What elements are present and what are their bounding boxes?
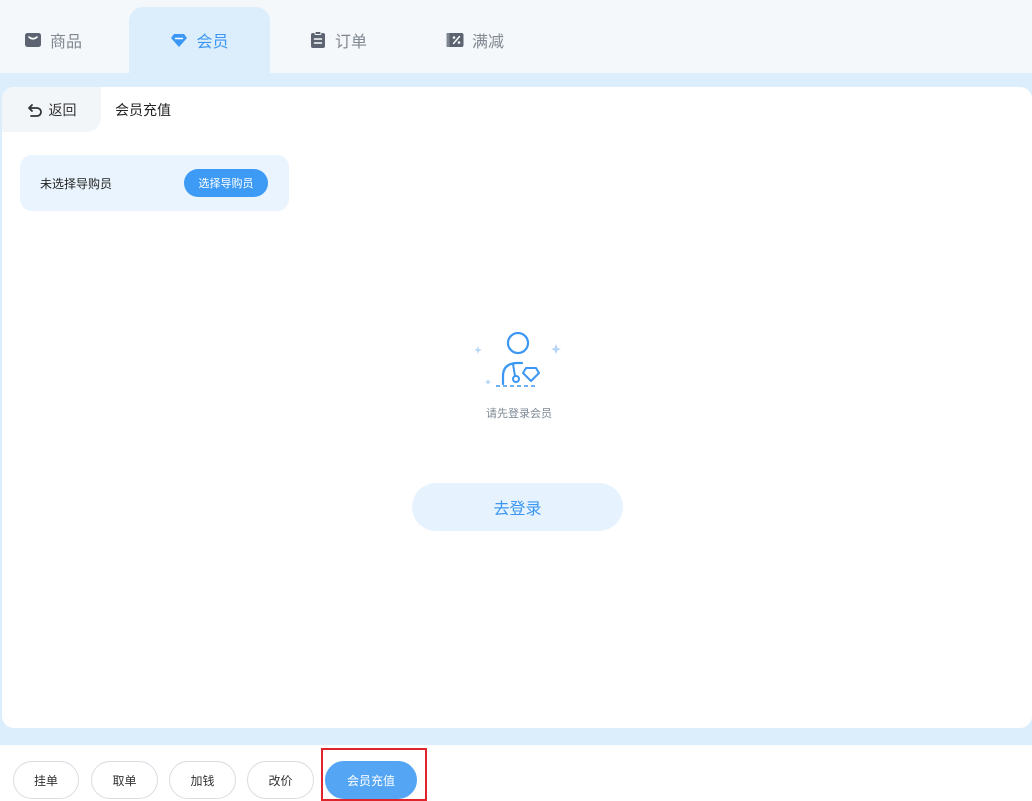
retrieve-order-button[interactable]: 取单: [91, 761, 158, 799]
tab-discounts[interactable]: 满减: [446, 7, 504, 73]
select-guide-button[interactable]: 选择导购员: [184, 169, 268, 197]
top-tab-bar: 商品 会员 订单 满减: [0, 0, 1032, 73]
tab-label: 满减: [472, 32, 505, 51]
tab-members[interactable]: 会员: [129, 7, 270, 73]
page-title: 会员充值: [115, 102, 171, 119]
tab-products[interactable]: 商品: [24, 7, 82, 73]
shopping-guide-card: 未选择导购员 选择导购员: [20, 155, 289, 211]
tab-label: 订单: [335, 32, 368, 51]
go-login-button[interactable]: 去登录: [412, 483, 623, 531]
guide-status-text: 未选择导购员: [40, 176, 113, 191]
back-button[interactable]: 返回: [2, 87, 101, 132]
tab-orders[interactable]: 订单: [309, 7, 367, 73]
tab-label: 会员: [196, 32, 229, 51]
highlight-box: [321, 748, 427, 801]
login-prompt-text: 请先登录会员: [486, 407, 552, 420]
discount-icon: [446, 31, 464, 49]
main-frame: 返回 会员充值 未选择导购员 选择导购员 请先登录会员 去登录: [0, 73, 1032, 745]
add-money-button[interactable]: 加钱: [169, 761, 236, 799]
diamond-icon: [170, 31, 188, 49]
member-login-illustration-icon: [468, 324, 564, 394]
change-price-button[interactable]: 改价: [247, 761, 314, 799]
hang-order-button[interactable]: 挂单: [13, 761, 79, 799]
bottom-action-bar: 挂单 取单 加钱 改价 会员充值: [0, 745, 1032, 801]
content-panel: 返回 会员充值 未选择导购员 选择导购员 请先登录会员 去登录: [2, 87, 1032, 728]
bag-icon: [24, 31, 42, 49]
back-label: 返回: [48, 102, 77, 119]
tab-label: 商品: [50, 32, 83, 51]
back-arrow-icon: [27, 102, 43, 118]
clipboard-icon: [309, 31, 327, 49]
